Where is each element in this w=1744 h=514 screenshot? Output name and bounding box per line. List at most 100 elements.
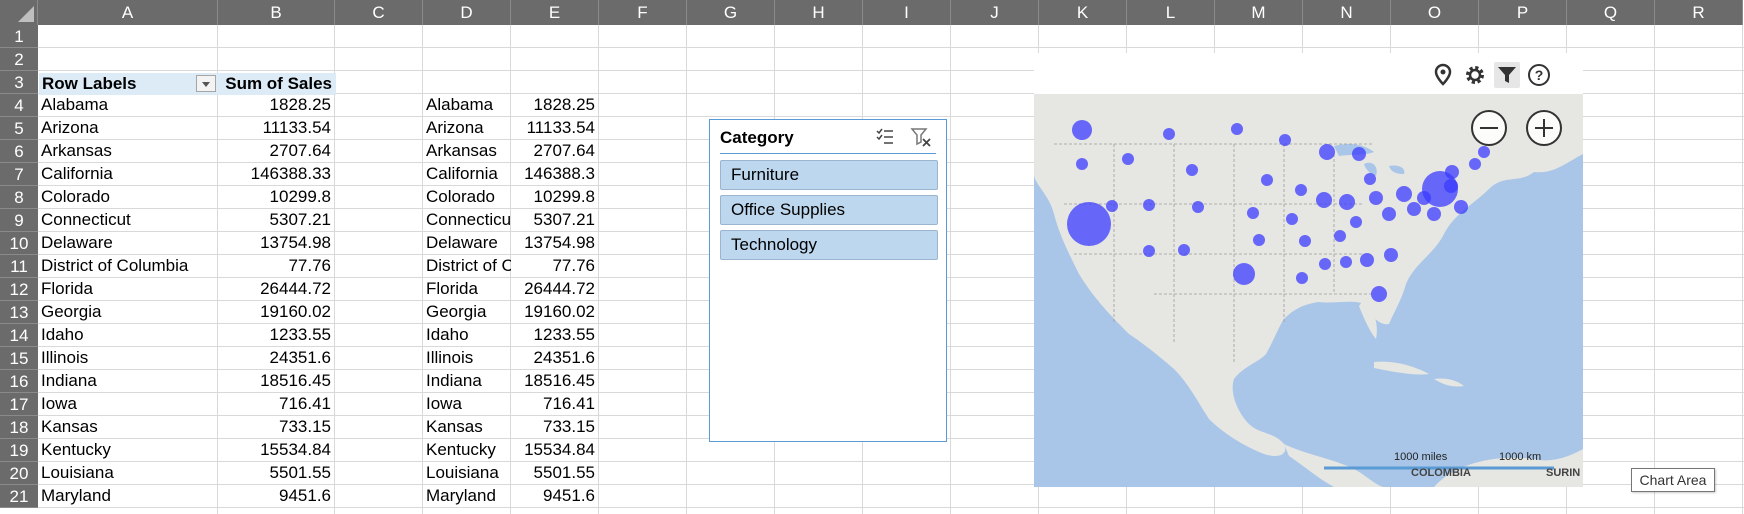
sales-bubble[interactable] <box>1286 213 1298 225</box>
row-header[interactable]: 3 <box>0 71 38 94</box>
sales-bubble[interactable] <box>1261 174 1273 186</box>
row-header[interactable]: 19 <box>0 439 38 462</box>
column-header[interactable]: C <box>335 0 423 25</box>
sales-bubble[interactable] <box>1478 146 1490 158</box>
column-header[interactable]: I <box>863 0 951 25</box>
sales-bubble[interactable] <box>1247 207 1259 219</box>
slicer-item-furniture[interactable]: Furniture <box>720 160 938 190</box>
column-header[interactable]: G <box>687 0 775 25</box>
column-header[interactable]: F <box>599 0 687 25</box>
multi-select-icon[interactable] <box>874 126 896 148</box>
row-header[interactable]: 21 <box>0 485 38 508</box>
sales-bubble[interactable] <box>1319 144 1335 160</box>
row-header[interactable]: 10 <box>0 232 38 255</box>
gear-icon[interactable] <box>1462 62 1488 88</box>
row-header[interactable]: 13 <box>0 301 38 324</box>
column-header[interactable]: K <box>1039 0 1127 25</box>
sales-bubble[interactable] <box>1253 234 1265 246</box>
row-header[interactable]: 6 <box>0 140 38 163</box>
row-header[interactable]: 7 <box>0 163 38 186</box>
sales-bubble[interactable] <box>1231 123 1243 135</box>
sales-bubble[interactable] <box>1352 147 1366 161</box>
column-header[interactable]: J <box>951 0 1039 25</box>
sales-bubble[interactable] <box>1364 173 1376 185</box>
column-header[interactable]: Q <box>1567 0 1655 25</box>
filter-icon[interactable] <box>1494 62 1520 88</box>
sales-bubble[interactable] <box>1350 216 1362 228</box>
category-slicer[interactable]: Category Furniture Office Supplies Techn… <box>709 119 947 442</box>
sales-bubble[interactable] <box>1299 235 1311 247</box>
sales-bubble[interactable] <box>1122 153 1134 165</box>
clear-filter-icon[interactable] <box>910 126 932 148</box>
sales-bubble[interactable] <box>1295 184 1307 196</box>
column-header[interactable]: B <box>218 0 335 25</box>
select-all-corner[interactable] <box>0 0 38 25</box>
sales-bubble[interactable] <box>1445 165 1459 179</box>
sales-bubble[interactable] <box>1143 245 1155 257</box>
sales-bubble[interactable] <box>1371 286 1387 302</box>
row-header[interactable]: 15 <box>0 347 38 370</box>
sales-bubble[interactable] <box>1427 207 1441 221</box>
column-header[interactable]: M <box>1215 0 1303 25</box>
sales-bubble[interactable] <box>1316 192 1332 208</box>
zoom-out-button[interactable] <box>1470 109 1508 147</box>
column-header[interactable]: A <box>38 0 218 25</box>
map-canvas[interactable] <box>1034 94 1583 487</box>
sales-bubble[interactable] <box>1178 244 1190 256</box>
row-header[interactable]: 9 <box>0 209 38 232</box>
sales-bubble[interactable] <box>1296 272 1308 284</box>
sales-bubble[interactable] <box>1339 194 1355 210</box>
row-header[interactable]: 16 <box>0 370 38 393</box>
sales-bubble[interactable] <box>1106 200 1118 212</box>
column-header[interactable]: E <box>511 0 599 25</box>
sales-bubble[interactable] <box>1163 128 1175 140</box>
sales-bubble[interactable] <box>1143 199 1155 211</box>
row-header[interactable]: 4 <box>0 94 38 117</box>
sales-bubble[interactable] <box>1067 202 1111 246</box>
sales-bubble[interactable] <box>1417 191 1431 205</box>
sales-bubble[interactable] <box>1340 256 1352 268</box>
row-header[interactable]: 1 <box>0 25 38 48</box>
slicer-item-office-supplies[interactable]: Office Supplies <box>720 195 938 225</box>
sales-bubble[interactable] <box>1396 186 1412 202</box>
zoom-in-button[interactable] <box>1525 109 1563 147</box>
sales-bubble[interactable] <box>1369 191 1383 205</box>
sales-bubble[interactable] <box>1076 158 1088 170</box>
map-chart[interactable]: ? 1000 miles 1000 km COLOMBIA SURIN <box>1034 53 1583 487</box>
row-header[interactable]: 11 <box>0 255 38 278</box>
row-header[interactable]: 14 <box>0 324 38 347</box>
column-header[interactable]: R <box>1655 0 1743 25</box>
row-header[interactable]: 20 <box>0 462 38 485</box>
sales-bubble[interactable] <box>1192 201 1204 213</box>
row-header[interactable]: 8 <box>0 186 38 209</box>
column-header[interactable]: D <box>423 0 511 25</box>
help-icon[interactable]: ? <box>1526 62 1552 88</box>
sales-bubble[interactable] <box>1334 230 1346 242</box>
row-header[interactable]: 18 <box>0 416 38 439</box>
sales-bubble[interactable] <box>1186 164 1198 176</box>
row-labels-filter-button[interactable] <box>196 75 216 92</box>
sales-bubble[interactable] <box>1444 179 1458 193</box>
column-header[interactable]: L <box>1127 0 1215 25</box>
sales-bubble[interactable] <box>1360 253 1374 267</box>
sales-bubble[interactable] <box>1384 248 1398 262</box>
sales-bubble[interactable] <box>1407 202 1421 216</box>
row-header[interactable]: 17 <box>0 393 38 416</box>
sales-bubble[interactable] <box>1382 207 1396 221</box>
sales-bubble[interactable] <box>1072 120 1092 140</box>
map-pin-icon[interactable] <box>1430 62 1456 88</box>
column-header[interactable]: P <box>1479 0 1567 25</box>
column-header[interactable]: N <box>1303 0 1391 25</box>
row-header[interactable]: 12 <box>0 278 38 301</box>
column-header[interactable]: H <box>775 0 863 25</box>
slicer-title: Category <box>720 128 794 147</box>
sales-bubble[interactable] <box>1454 200 1468 214</box>
column-header[interactable]: O <box>1391 0 1479 25</box>
sales-bubble[interactable] <box>1469 158 1481 170</box>
row-header[interactable]: 5 <box>0 117 38 140</box>
slicer-item-technology[interactable]: Technology <box>720 230 938 260</box>
sales-bubble[interactable] <box>1319 258 1331 270</box>
sales-bubble[interactable] <box>1233 263 1255 285</box>
sales-bubble[interactable] <box>1279 134 1291 146</box>
row-header[interactable]: 2 <box>0 48 38 71</box>
